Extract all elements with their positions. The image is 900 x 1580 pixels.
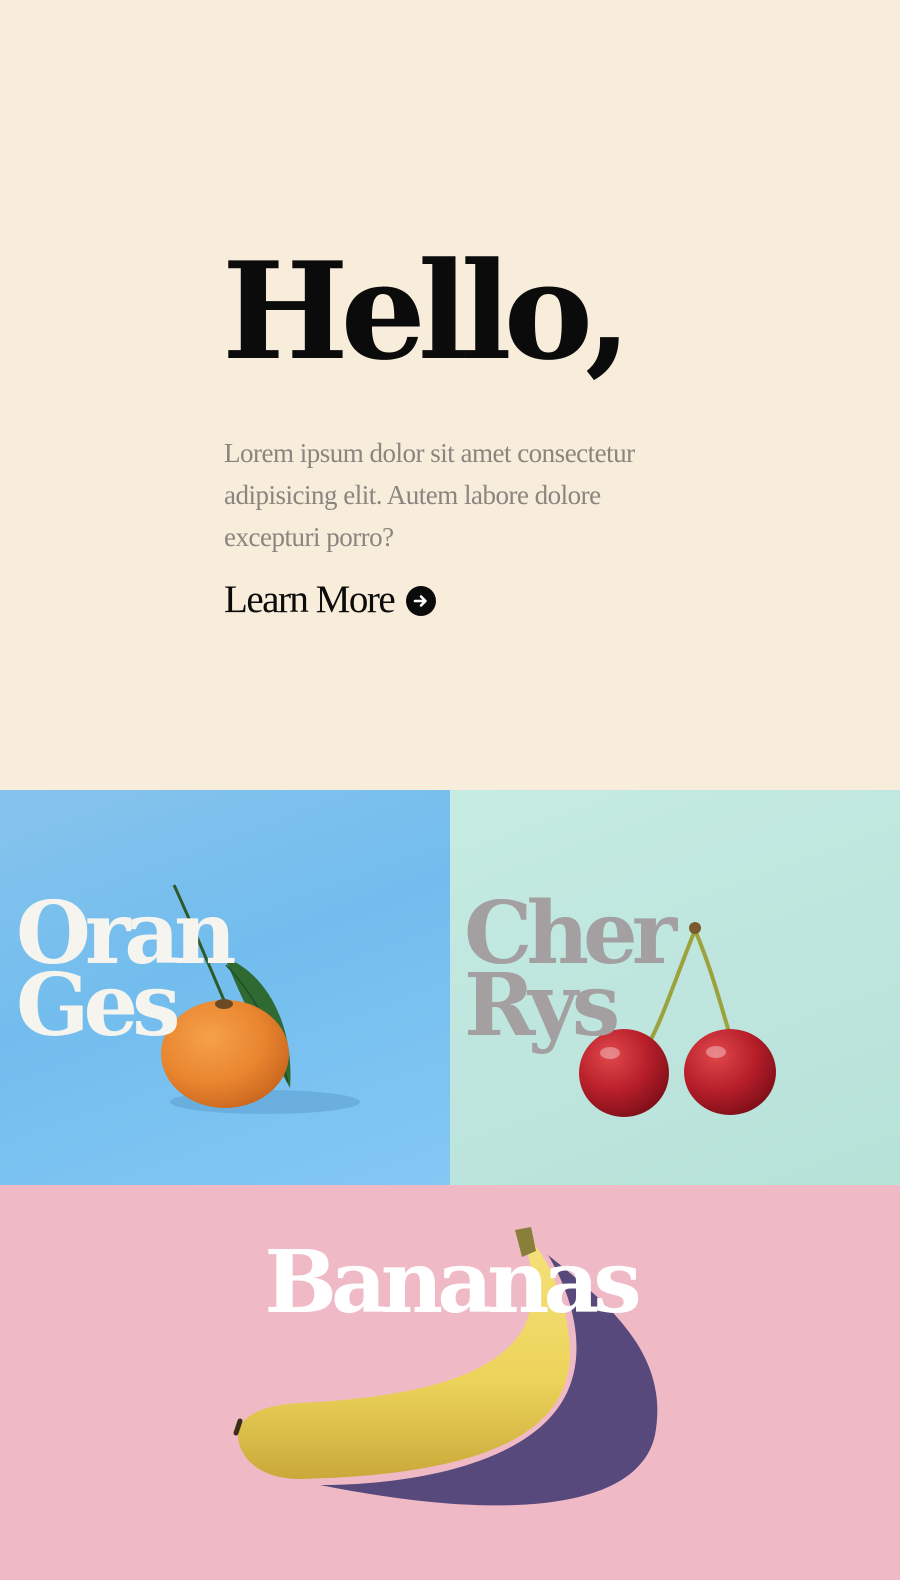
oranges-title: Oran Ges (16, 891, 236, 1049)
hero-title: Hello, (222, 232, 632, 390)
hero-section: Hello, Lorem ipsum dolor sit amet consec… (0, 0, 900, 790)
learn-more-link[interactable]: Learn More (224, 578, 437, 621)
cherries-title: Cher Rys (464, 891, 677, 1049)
oranges-title-line2: Ges (16, 955, 181, 1056)
cherries-tile[interactable]: Cher Rys (450, 790, 900, 1185)
hero-description: Lorem ipsum dolor sit amet consectetur a… (224, 438, 635, 552)
bananas-title: Bananas (264, 1232, 641, 1333)
learn-more-label: Learn More (224, 578, 396, 621)
cherries-title-line2: Rys (464, 955, 620, 1056)
bananas-tile[interactable]: Bananas (0, 1185, 900, 1580)
oranges-tile[interactable]: Oran Ges (0, 790, 450, 1185)
arrow-right-circle-icon (406, 586, 437, 616)
